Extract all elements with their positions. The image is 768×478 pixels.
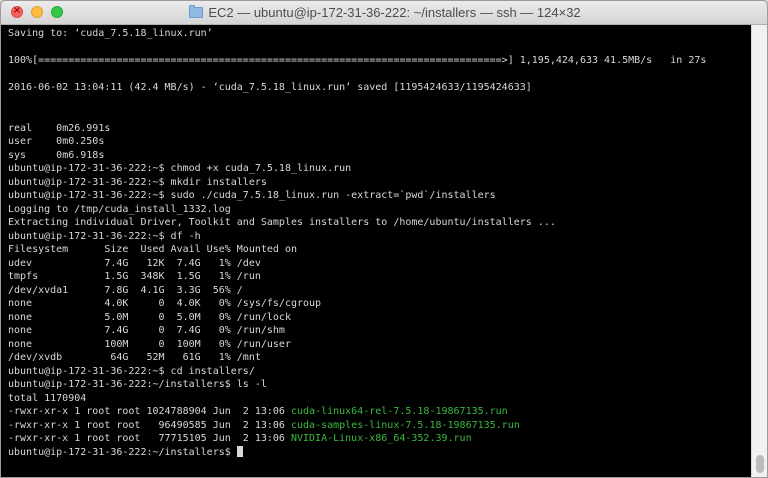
terminal-line: /dev/xvda1 7.8G 4.1G 3.3G 56% / — [8, 284, 751, 298]
terminal-line-text: Saving to: ‘cuda_7.5.18_linux.run’ — [8, 28, 213, 39]
terminal-line: none 7.4G 0 7.4G 0% /run/shm — [8, 324, 751, 338]
terminal-line: ubuntu@ip-172-31-36-222:~$ mkdir install… — [8, 176, 751, 190]
terminal-line: /dev/xvdb 64G 52M 61G 1% /mnt — [8, 351, 751, 365]
terminal-line: Logging to /tmp/cuda_install_1332.log — [8, 203, 751, 217]
terminal-line-text: 100%[===================================… — [8, 55, 707, 66]
folder-icon — [189, 5, 204, 18]
terminal-line: user 0m0.250s — [8, 135, 751, 149]
terminal-line: ubuntu@ip-172-31-36-222:~$ chmod +x cuda… — [8, 162, 751, 176]
terminal-line: Filesystem Size Used Avail Use% Mounted … — [8, 243, 751, 257]
scrollbar[interactable] — [751, 25, 767, 477]
terminal-line-text: -rwxr-xr-x 1 root root 96490585 Jun 2 13… — [8, 419, 291, 431]
window-title-wrap: EC2 — ubuntu@ip-172-31-36-222: ~/install… — [1, 5, 767, 20]
terminal-line-text: Filesystem Size Used Avail Use% Mounted … — [8, 244, 297, 255]
terminal-line-text: /dev/xvdb 64G 52M 61G 1% /mnt — [8, 352, 261, 363]
terminal-line-text: Extracting individual Driver, Toolkit an… — [8, 217, 556, 228]
terminal-line: udev 7.4G 12K 7.4G 1% /dev — [8, 257, 751, 271]
executable-filename: NVIDIA-Linux-x86_64-352.39.run — [290, 433, 472, 444]
terminal-line-text: none 5.0M 0 5.0M 0% /run/lock — [8, 311, 291, 323]
terminal-line: ubuntu@ip-172-31-36-222:~$ df -h — [8, 230, 751, 244]
terminal-line: -rwxr-xr-x 1 root root 77715105 Jun 2 13… — [8, 432, 751, 446]
terminal-line: sys 0m6.918s — [8, 149, 751, 163]
terminal-line-text: total 1170904 — [8, 392, 87, 404]
terminal-line-text: none 100M 0 100M 0% /run/user — [8, 338, 291, 350]
terminal-line: ubuntu@ip-172-31-36-222:~$ cd installers… — [8, 365, 751, 379]
text-cursor — [236, 445, 243, 457]
terminal-line-text: none 4.0K 0 4.0K 0% /sys/fs/cgroup — [8, 298, 322, 309]
terminal-line-text: ubuntu@ip-172-31-36-222:~$ mkdir install… — [8, 176, 267, 188]
terminal-line-text: ubuntu@ip-172-31-36-222:~/installers$ ls… — [8, 379, 267, 390]
terminal-line-text: -rwxr-xr-x 1 root root 1024788904 Jun 2 … — [8, 406, 291, 417]
terminal-line: -rwxr-xr-x 1 root root 96490585 Jun 2 13… — [8, 419, 751, 433]
terminal-line-text: 2016-06-02 13:04:11 (42.4 MB/s) - ‘cuda_… — [8, 82, 532, 93]
terminal-line-text: sys 0m6.918s — [8, 149, 105, 161]
terminal-line: Saving to: ‘cuda_7.5.18_linux.run’ — [8, 27, 751, 41]
executable-filename: cuda-samples-linux-7.5.18-19867135.run — [290, 419, 520, 431]
terminal-line: 100%[===================================… — [8, 54, 751, 68]
terminal-window: × EC2 — ubuntu@ip-172-31-36-222: ~/insta… — [0, 0, 768, 478]
terminal-line: tmpfs 1.5G 348K 1.5G 1% /run — [8, 270, 751, 284]
title-bar[interactable]: × EC2 — ubuntu@ip-172-31-36-222: ~/insta… — [1, 1, 767, 25]
window-title: EC2 — ubuntu@ip-172-31-36-222: ~/install… — [208, 5, 581, 20]
terminal-line-text: user 0m0.250s — [8, 136, 105, 147]
terminal-line-text: ubuntu@ip-172-31-36-222:~$ df -h — [8, 230, 201, 242]
terminal-line-text: Logging to /tmp/cuda_install_1332.log — [8, 203, 231, 215]
terminal-line-text: ubuntu@ip-172-31-36-222:~$ chmod +x cuda… — [8, 163, 352, 174]
terminal-output[interactable]: Saving to: ‘cuda_7.5.18_linux.run’ 100%[=… — [1, 25, 751, 477]
scrollbar-thumb[interactable] — [756, 455, 764, 473]
terminal-line-text: ubuntu@ip-172-31-36-222:~$ cd installers… — [8, 365, 255, 377]
terminal-line: none 4.0K 0 4.0K 0% /sys/fs/cgroup — [8, 297, 751, 311]
terminal-line: 2016-06-02 13:04:11 (42.4 MB/s) - ‘cuda_… — [8, 81, 751, 95]
terminal-line-text: -rwxr-xr-x 1 root root 77715105 Jun 2 13… — [8, 433, 291, 444]
executable-filename: cuda-linux64-rel-7.5.18-19867135.run — [290, 406, 508, 417]
terminal-line-text: ubuntu@ip-172-31-36-222:~/installers$ — [8, 446, 237, 458]
terminal-line: real 0m26.991s — [8, 122, 751, 136]
terminal-line-text: none 7.4G 0 7.4G 0% /run/shm — [8, 325, 285, 336]
terminal-line-text: real 0m26.991s — [8, 122, 111, 134]
terminal-line: ubuntu@ip-172-31-36-222:~$ sudo ./cuda_7… — [8, 189, 751, 203]
terminal-line-text: udev 7.4G 12K 7.4G 1% /dev — [8, 257, 261, 269]
terminal-line: total 1170904 — [8, 392, 751, 406]
terminal-line-text: /dev/xvda1 7.8G 4.1G 3.3G 56% / — [8, 284, 243, 296]
terminal-line: ubuntu@ip-172-31-36-222:~/installers$ ls… — [8, 378, 751, 392]
terminal-line-text: tmpfs 1.5G 348K 1.5G 1% /run — [8, 271, 261, 282]
terminal-line: none 100M 0 100M 0% /run/user — [8, 338, 751, 352]
terminal-line: -rwxr-xr-x 1 root root 1024788904 Jun 2 … — [8, 405, 751, 419]
terminal-line: Extracting individual Driver, Toolkit an… — [8, 216, 751, 230]
terminal-line: ubuntu@ip-172-31-36-222:~/installers$ — [8, 445, 751, 460]
terminal-line-text: ubuntu@ip-172-31-36-222:~$ sudo ./cuda_7… — [8, 190, 496, 201]
terminal-line: none 5.0M 0 5.0M 0% /run/lock — [8, 311, 751, 325]
